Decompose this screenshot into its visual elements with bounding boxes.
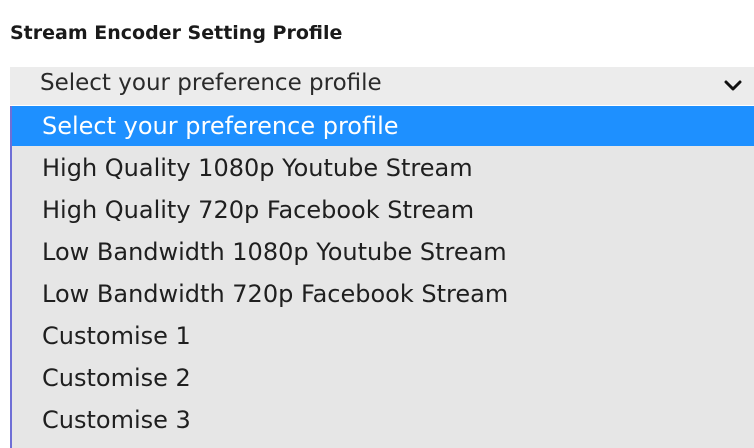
option-lb-1080p-youtube[interactable]: Low Bandwidth 1080p Youtube Stream [12,232,754,272]
profile-select[interactable]: Select your preference profile [10,67,754,105]
option-hq-720p-facebook[interactable]: High Quality 720p Facebook Stream [12,190,754,230]
option-customise-1[interactable]: Customise 1 [12,316,754,356]
chevron-down-icon [724,80,742,91]
profile-select-value: Select your preference profile [40,70,382,96]
option-customise-2[interactable]: Customise 2 [12,358,754,398]
section-label: Stream Encoder Setting Profile [10,22,343,44]
option-customise-3[interactable]: Customise 3 [12,400,754,440]
option-lb-720p-facebook[interactable]: Low Bandwidth 720p Facebook Stream [12,274,754,314]
option-hq-1080p-youtube[interactable]: High Quality 1080p Youtube Stream [12,148,754,188]
profile-dropdown-list: Select your preference profile High Qual… [10,106,754,448]
option-select-preference[interactable]: Select your preference profile [12,106,754,146]
